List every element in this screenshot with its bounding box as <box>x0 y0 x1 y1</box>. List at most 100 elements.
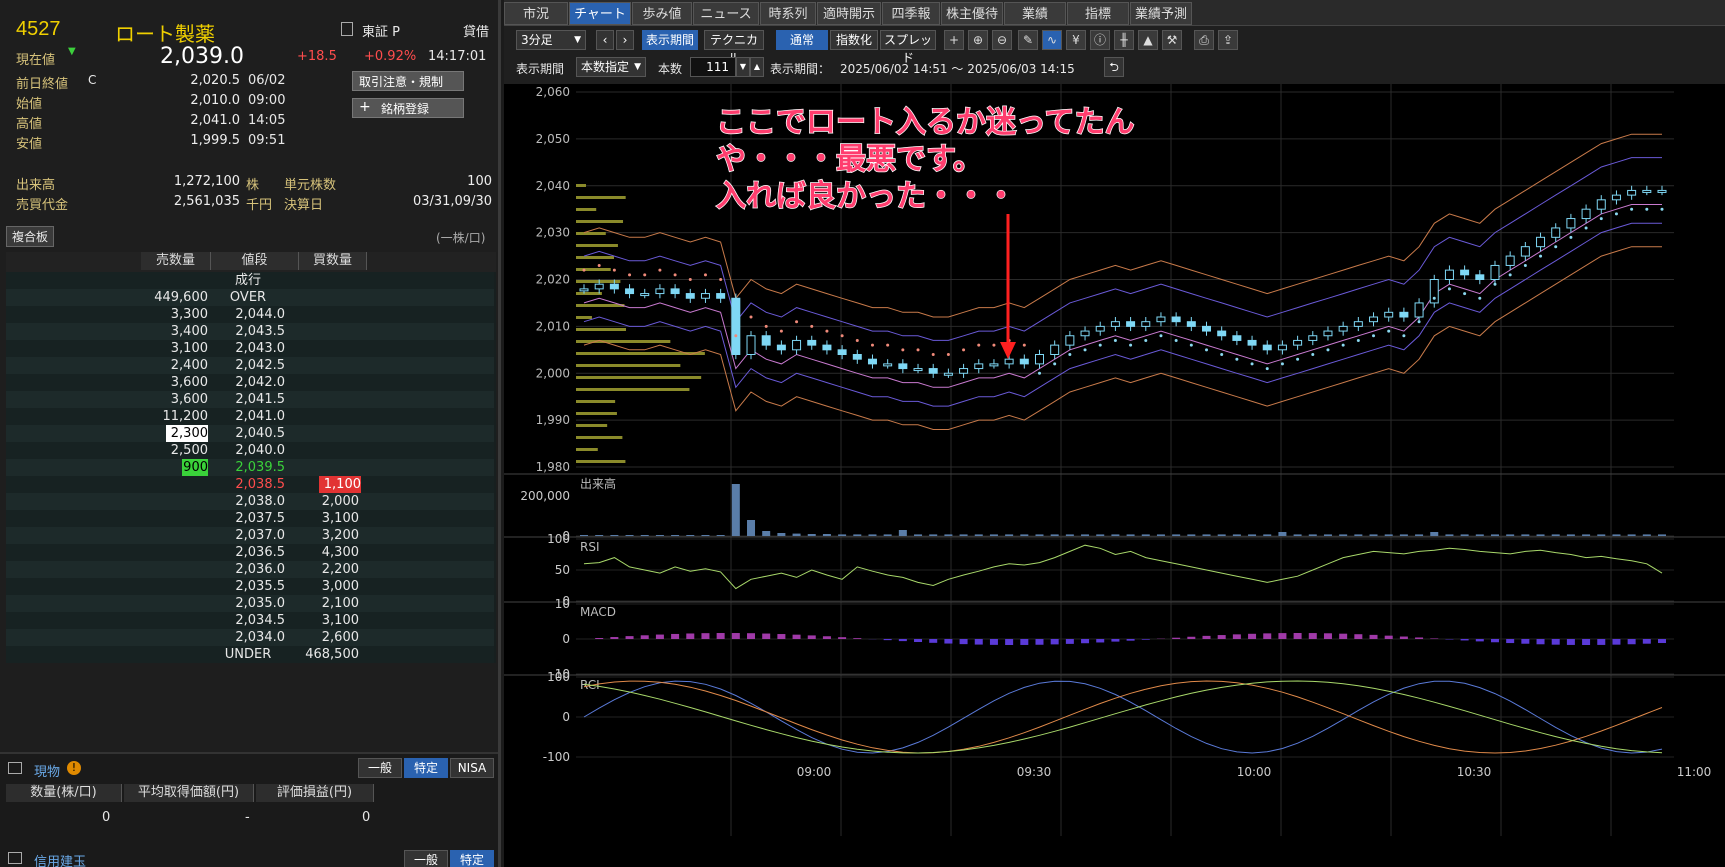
order-book-row[interactable]: 2,034.5 3,100 <box>6 612 494 629</box>
quote-value: 2,041.0 <box>190 113 240 128</box>
tab-10[interactable]: 業績予測 <box>1130 2 1192 25</box>
warning-icon[interactable]: ! <box>67 761 81 775</box>
tab-4[interactable]: 時系列 <box>760 2 816 25</box>
order-book-row[interactable]: 2,038.5 1,100 <box>6 476 494 493</box>
margin-tab-general[interactable]: 一般 <box>404 850 448 867</box>
wrench-icon[interactable]: ⚒ <box>1162 30 1182 50</box>
tab-1[interactable]: チャート <box>569 2 631 25</box>
candle <box>1642 189 1652 193</box>
sar-dot <box>612 268 616 272</box>
holdings-tab-general[interactable]: 一般 <box>358 758 402 778</box>
order-book-row[interactable]: 2,500 2,040.0 <box>6 442 494 459</box>
count-mode-select[interactable]: 本数指定 ▼ <box>576 57 646 77</box>
order-book-row[interactable]: 11,200 2,041.0 <box>6 408 494 425</box>
order-book-row[interactable]: 449,600 OVER <box>6 289 494 306</box>
candle <box>609 283 619 290</box>
order-book-row[interactable]: 2,035.5 3,000 <box>6 578 494 595</box>
next-icon[interactable]: › <box>616 30 634 50</box>
pencil-icon[interactable]: ✎ <box>1018 30 1038 50</box>
price-chart[interactable]: 2,060 2,050 2,040 2,030 2,020 2,010 2,000 1,990… <box>504 84 1725 867</box>
order-book-row[interactable]: 2,037.0 3,200 <box>6 527 494 544</box>
document-icon[interactable] <box>341 22 353 36</box>
board-tab[interactable]: 複合板 <box>6 226 55 247</box>
technical-button[interactable]: テクニカル <box>704 30 764 65</box>
print-icon[interactable]: ⎙ <box>1194 30 1214 50</box>
candle <box>1019 358 1029 365</box>
tab-5[interactable]: 適時開示 <box>817 2 881 25</box>
sar-dot <box>1432 296 1436 300</box>
order-book-row[interactable]: 3,300 2,044.0 <box>6 306 494 323</box>
trading-rules-button[interactable]: 取引注意・規制 <box>352 71 464 91</box>
order-book-row[interactable]: 900 2,039.5 <box>6 459 494 476</box>
price-level: 2,039.5 <box>235 460 285 475</box>
y-tick-label: 2,050 <box>536 132 570 146</box>
margin-tab-specific[interactable]: 特定 <box>450 850 494 867</box>
holdings-tab-specific[interactable]: 特定 <box>404 758 448 778</box>
order-book-row[interactable]: 2,037.5 3,100 <box>6 510 494 527</box>
info-icon[interactable]: ⓘ <box>1090 30 1110 50</box>
y-tick-label: 2,030 <box>536 226 570 240</box>
tab-2[interactable]: 歩み値 <box>632 2 692 25</box>
volume-bar <box>1126 534 1135 536</box>
volume-bar <box>868 534 877 536</box>
macd-bar <box>716 633 725 639</box>
tab-3[interactable]: ニュース <box>693 2 759 25</box>
sar-dot <box>1584 226 1588 230</box>
candle <box>807 339 817 346</box>
tab-8[interactable]: 業績 <box>1004 2 1066 25</box>
tab-6[interactable]: 四季報 <box>882 2 940 25</box>
holdings-tab-nisa[interactable]: NISA <box>450 758 494 778</box>
order-book-row[interactable]: 2,400 2,042.5 <box>6 357 494 374</box>
count-up-icon[interactable]: ▲ <box>750 57 764 77</box>
candle <box>974 363 984 370</box>
order-book-row[interactable]: 3,600 2,042.0 <box>6 374 494 391</box>
tab-0[interactable]: 市況 <box>504 2 568 25</box>
count-input[interactable]: 111 <box>690 57 736 77</box>
area-chart-icon[interactable]: ▲ <box>1138 30 1158 50</box>
register-watchlist-button[interactable]: + 銘柄登録 <box>352 98 464 118</box>
sar-dot <box>1630 207 1634 211</box>
interval-select[interactable]: 3分足 ▼ <box>516 30 586 50</box>
volume-bar <box>747 520 756 536</box>
zoom-in-icon[interactable]: ⊕ <box>968 30 988 50</box>
normal-button[interactable]: 通常 <box>776 30 828 50</box>
crosshair-icon[interactable]: + <box>944 30 964 50</box>
sar-dot <box>1159 334 1163 338</box>
window-icon[interactable] <box>8 762 22 774</box>
order-book-row[interactable]: UNDER 468,500 <box>6 646 494 663</box>
order-book-row[interactable]: 2,035.0 2,100 <box>6 595 494 612</box>
order-book-row[interactable]: 2,300 2,040.5 <box>6 425 494 442</box>
buy-qty: 2,600 <box>321 630 359 645</box>
count-down-icon[interactable]: ▼ <box>736 57 750 77</box>
buy-qty: 3,100 <box>321 511 359 526</box>
export-icon[interactable]: ⇪ <box>1218 30 1238 50</box>
macd-bar <box>1612 639 1621 645</box>
order-book-row[interactable]: 2,036.5 4,300 <box>6 544 494 561</box>
line-chart-icon[interactable]: ∿ <box>1042 30 1062 50</box>
sell-qty: 3,400 <box>170 324 208 339</box>
count-mode-value: 本数指定 <box>581 60 630 74</box>
yen-icon[interactable]: ¥ <box>1066 30 1086 50</box>
tab-7[interactable]: 株主優待 <box>941 2 1003 25</box>
order-book-row[interactable]: 2,034.0 2,600 <box>6 629 494 646</box>
spread-button[interactable]: スプレッド <box>880 30 936 65</box>
settlement-value: 03/31,09/30 <box>412 194 492 209</box>
sar-dot <box>1311 353 1315 356</box>
order-book-row[interactable]: 3,400 2,043.5 <box>6 323 494 340</box>
reset-icon[interactable]: ⮌ <box>1104 57 1124 77</box>
volume-bar <box>1612 534 1621 536</box>
tab-9[interactable]: 指標 <box>1067 2 1129 25</box>
order-book-row[interactable]: 2,038.0 2,000 <box>6 493 494 510</box>
period-button[interactable]: 表示期間 <box>642 30 698 50</box>
window-icon[interactable] <box>8 852 22 864</box>
candle-icon[interactable]: ╫ <box>1114 30 1134 50</box>
zoom-out-icon[interactable]: ⊖ <box>992 30 1012 50</box>
order-book-row[interactable]: 3,600 2,041.5 <box>6 391 494 408</box>
sar-dot <box>1523 263 1527 267</box>
order-book-row[interactable]: 成行 <box>6 272 494 289</box>
prev-icon[interactable]: ‹ <box>596 30 614 50</box>
order-book-row[interactable]: 2,036.0 2,200 <box>6 561 494 578</box>
down-triangle-icon: ▼ <box>68 46 76 57</box>
order-book-row[interactable]: 3,100 2,043.0 <box>6 340 494 357</box>
index-button[interactable]: 指数化 <box>830 30 878 50</box>
